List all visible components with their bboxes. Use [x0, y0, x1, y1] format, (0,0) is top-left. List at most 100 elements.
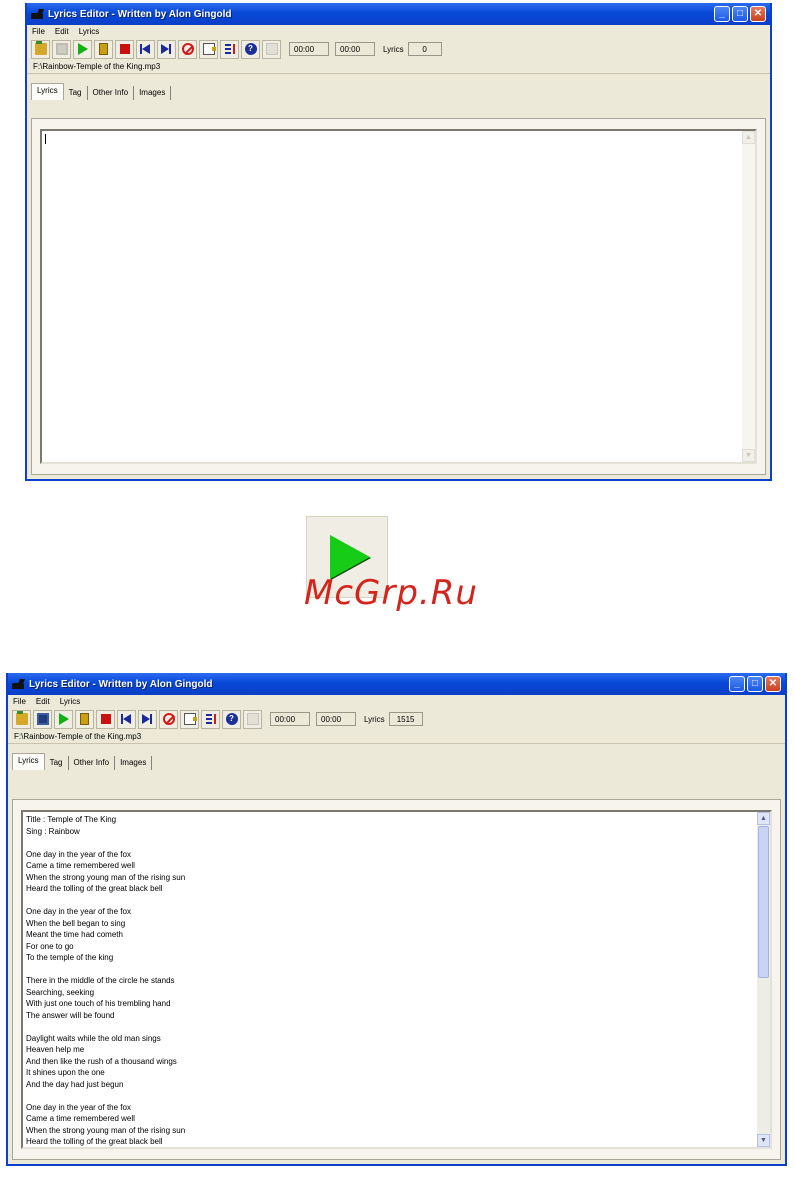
help-icon: [225, 713, 238, 725]
menu-file[interactable]: File: [13, 697, 26, 706]
title-bar[interactable]: Lyrics Editor - Written by Alon Gingold …: [8, 673, 785, 695]
lyrics-count-label: Lyrics: [383, 44, 404, 54]
open-button[interactable]: [31, 39, 50, 59]
next-track-icon: [161, 43, 173, 55]
pause-button[interactable]: [94, 39, 113, 59]
sort-button[interactable]: [220, 39, 239, 59]
maximize-icon: □: [736, 8, 744, 19]
scroll-down-icon[interactable]: ▼: [742, 449, 755, 462]
previous-button[interactable]: [136, 39, 155, 59]
tab-lyrics[interactable]: Lyrics: [31, 83, 64, 100]
tab-tag[interactable]: Tag: [45, 756, 69, 770]
no-entry-icon: [181, 43, 194, 55]
stop-button[interactable]: [96, 709, 115, 729]
menu-file[interactable]: File: [32, 27, 45, 36]
toolbar: 00:00 00:00 Lyrics 1515: [8, 708, 785, 730]
menu-bar: File Edit Lyrics: [8, 695, 785, 708]
window-title: Lyrics Editor - Written by Alon Gingold: [29, 678, 213, 690]
next-button[interactable]: [157, 39, 176, 59]
text-caret: [45, 134, 46, 144]
menu-edit[interactable]: Edit: [55, 27, 69, 36]
time-elapsed: 00:00: [270, 712, 310, 726]
lyrics-count: 0: [407, 42, 442, 56]
file-path: F:\Rainbow-Temple of the King.mp3: [8, 730, 785, 744]
time-total: 00:00: [335, 42, 375, 56]
file-path: F:\Rainbow-Temple of the King.mp3: [27, 60, 770, 74]
stop-icon: [100, 714, 111, 724]
tab-lyrics[interactable]: Lyrics: [12, 753, 45, 770]
stop-button[interactable]: [115, 39, 134, 59]
save-icon: [55, 43, 68, 55]
play-button[interactable]: [73, 39, 92, 59]
save-button[interactable]: [52, 39, 71, 59]
document-button[interactable]: [262, 39, 281, 59]
previous-track-icon: [140, 43, 152, 55]
mark-button[interactable]: [199, 39, 218, 59]
lyrics-editor-window-loaded: Lyrics Editor - Written by Alon Gingold …: [6, 673, 787, 1166]
close-button[interactable]: ✕: [750, 6, 766, 22]
play-icon: [58, 713, 69, 725]
maximize-button[interactable]: □: [732, 6, 748, 22]
sort-icon: [205, 713, 217, 725]
help-button[interactable]: [222, 709, 241, 729]
scroll-thumb[interactable]: [758, 826, 769, 978]
tab-other-info[interactable]: Other Info: [88, 86, 135, 100]
pause-icon: [80, 713, 89, 725]
minimize-button[interactable]: _: [714, 6, 730, 22]
lyrics-tab-panel: Title : Temple of The King Sing : Rainbo…: [12, 799, 781, 1160]
open-folder-icon: [15, 711, 28, 725]
vertical-scrollbar[interactable]: ▲ ▼: [742, 131, 755, 462]
scroll-up-icon[interactable]: ▲: [742, 131, 755, 144]
help-button[interactable]: [241, 39, 260, 59]
previous-button[interactable]: [117, 709, 136, 729]
lyrics-count-label: Lyrics: [364, 714, 385, 724]
app-piano-icon: [12, 679, 24, 689]
title-bar[interactable]: Lyrics Editor - Written by Alon Gingold …: [27, 3, 770, 25]
scroll-up-icon[interactable]: ▲: [757, 812, 770, 825]
lyrics-textarea[interactable]: ▲ ▼: [40, 129, 757, 464]
time-total: 00:00: [316, 712, 356, 726]
tab-tag[interactable]: Tag: [64, 86, 88, 100]
no-entry-icon: [162, 713, 175, 725]
document-icon: [265, 43, 278, 55]
close-icon: ✕: [768, 678, 778, 689]
menu-lyrics[interactable]: Lyrics: [60, 697, 81, 706]
minimize-icon: _: [734, 678, 740, 689]
open-button[interactable]: [12, 709, 31, 729]
save-button[interactable]: [33, 709, 52, 729]
open-folder-icon: [34, 41, 47, 55]
previous-track-icon: [121, 713, 133, 725]
pause-icon: [99, 43, 108, 55]
menu-lyrics[interactable]: Lyrics: [79, 27, 100, 36]
lyrics-content: Title : Temple of The King Sing : Rainbo…: [26, 815, 186, 1146]
tab-images[interactable]: Images: [115, 756, 153, 770]
pause-button[interactable]: [75, 709, 94, 729]
maximize-icon: □: [751, 678, 759, 689]
document-button[interactable]: [243, 709, 262, 729]
clear-button[interactable]: [159, 709, 178, 729]
lyrics-editor-window-empty: Lyrics Editor - Written by Alon Gingold …: [25, 3, 772, 481]
tab-bar: Lyrics Tag Other Info Images: [27, 82, 770, 100]
lyrics-tab-panel: ▲ ▼: [31, 118, 766, 475]
lyrics-textarea[interactable]: Title : Temple of The King Sing : Rainbo…: [21, 810, 772, 1149]
next-button[interactable]: [138, 709, 157, 729]
play-icon: [77, 43, 88, 55]
watermark-logo: McGrp.Ru: [304, 573, 478, 613]
maximize-button[interactable]: □: [747, 676, 763, 692]
minimize-icon: _: [719, 8, 725, 19]
mark-button[interactable]: [180, 709, 199, 729]
sort-button[interactable]: [201, 709, 220, 729]
tab-other-info[interactable]: Other Info: [69, 756, 116, 770]
time-elapsed: 00:00: [289, 42, 329, 56]
close-button[interactable]: ✕: [765, 676, 781, 692]
scroll-down-icon[interactable]: ▼: [757, 1134, 770, 1147]
app-piano-icon: [31, 9, 43, 19]
menu-edit[interactable]: Edit: [36, 697, 50, 706]
mark-icon: [202, 43, 216, 55]
play-button[interactable]: [54, 709, 73, 729]
vertical-scrollbar[interactable]: ▲ ▼: [757, 812, 770, 1147]
minimize-button[interactable]: _: [729, 676, 745, 692]
help-icon: [244, 43, 257, 55]
clear-button[interactable]: [178, 39, 197, 59]
tab-images[interactable]: Images: [134, 86, 172, 100]
